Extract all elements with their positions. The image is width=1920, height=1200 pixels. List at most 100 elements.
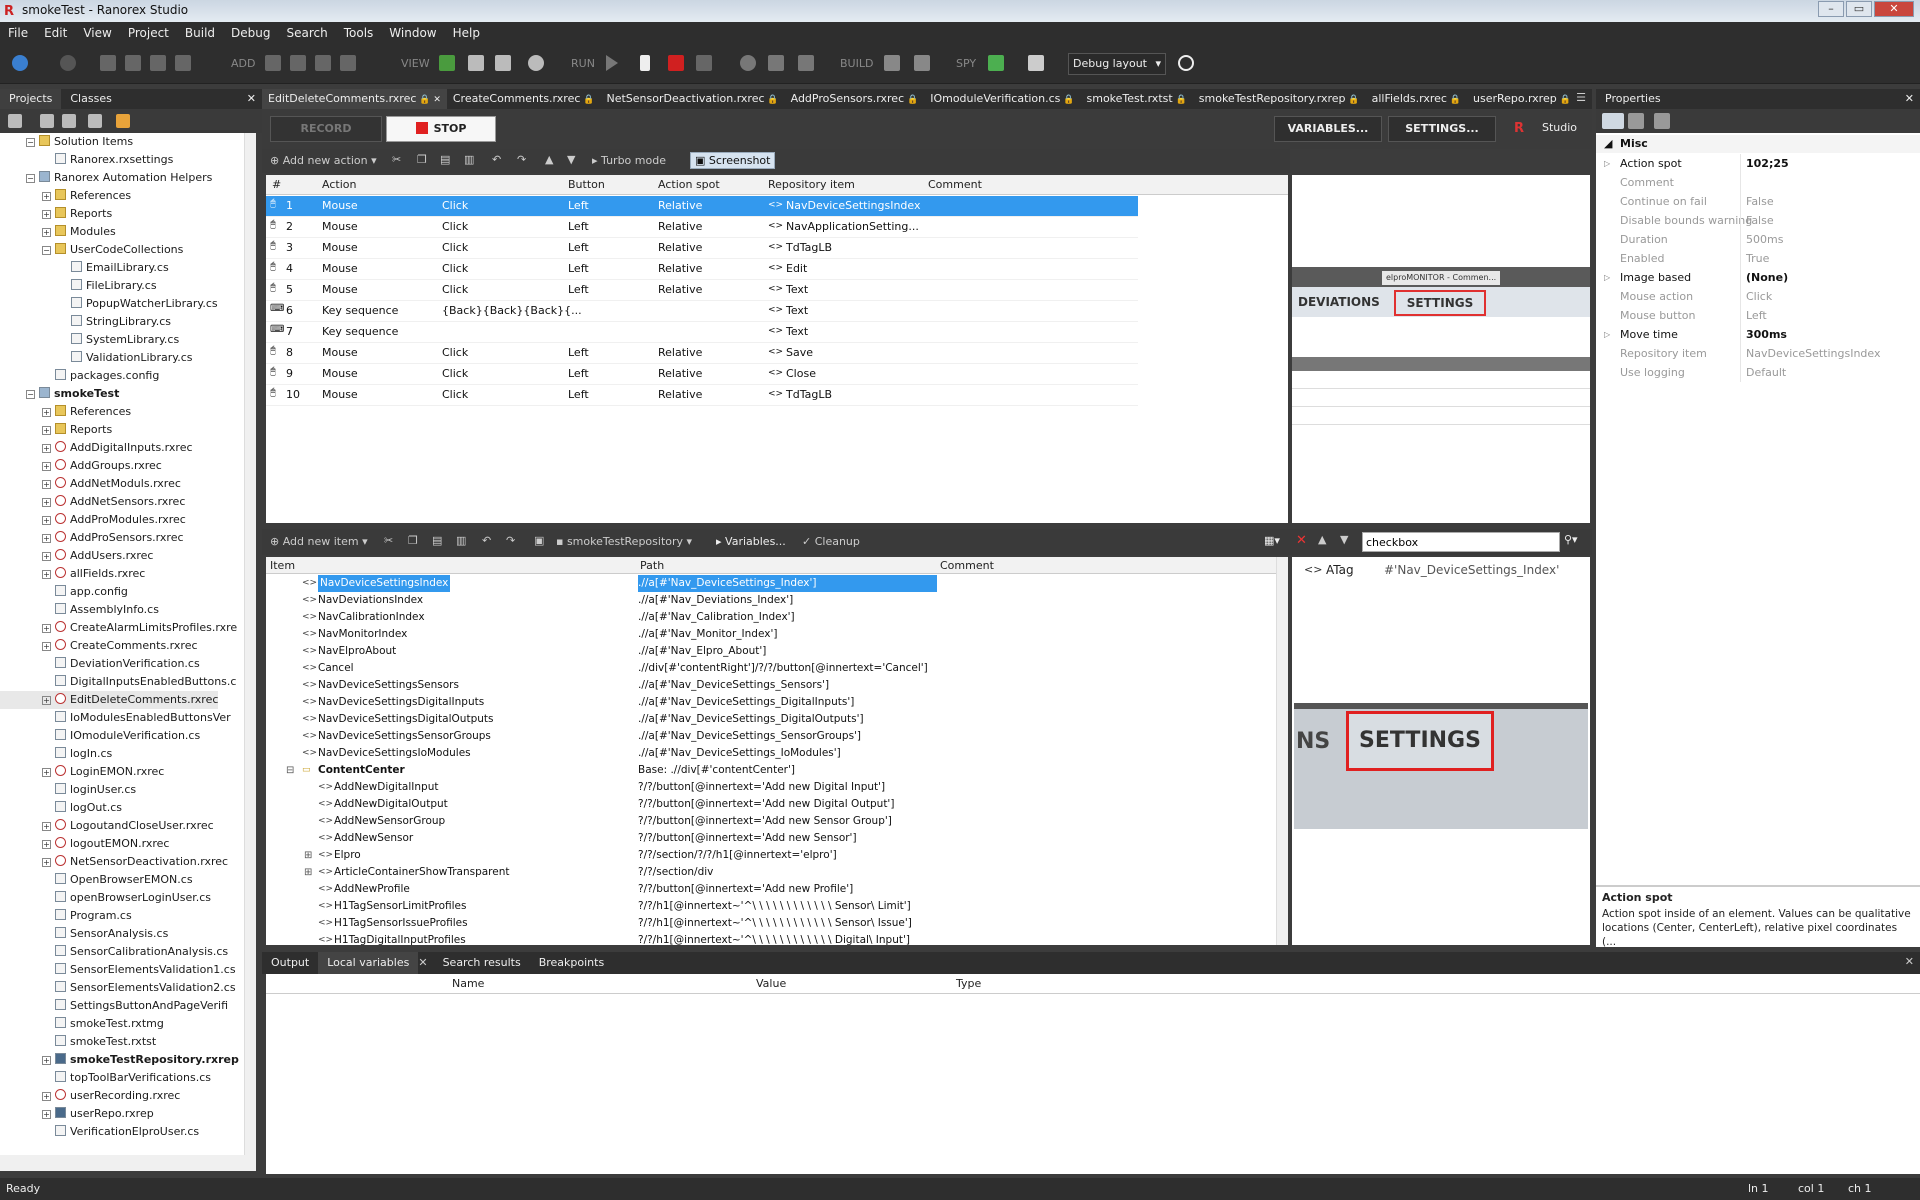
expand-icon[interactable]: + <box>42 192 51 201</box>
repo-copy-icon[interactable]: ❐ <box>408 534 418 547</box>
repo-search-icon[interactable]: ⚲▾ <box>1564 533 1578 546</box>
open-file-icon[interactable] <box>125 55 141 71</box>
tree-item[interactable]: SensorCalibrationAnalysis.cs <box>0 943 228 961</box>
action-row[interactable]: 🖰 5 Mouse Click Left Relative Text <> <box>266 280 1138 301</box>
view-report-icon[interactable] <box>439 55 455 71</box>
screenshot-toggle[interactable]: ▣ Screenshot <box>690 152 776 169</box>
add-code-icon[interactable] <box>315 55 331 71</box>
doc-tab[interactable]: allFields.rxrec 🔒 <box>1366 89 1467 110</box>
expand-icon[interactable]: + <box>42 552 51 561</box>
repository-select[interactable]: ▪ smokeTestRepository ▾ <box>556 535 692 548</box>
tree-item[interactable]: + smokeTestRepository.rxrep <box>0 1051 239 1069</box>
repository-row[interactable]: <> AddNewDigitalInput ?/?/button[@innertex… <box>266 779 1276 796</box>
cut-icon[interactable]: ✂ <box>392 153 401 166</box>
tree-item[interactable]: logIn.cs <box>0 745 112 763</box>
tree-item[interactable]: − UserCodeCollections <box>0 241 183 259</box>
tree-item[interactable]: + AddUsers.rxrec <box>0 547 153 565</box>
tree-item[interactable]: + AddProSensors.rxrec <box>0 529 184 547</box>
repository-row[interactable]: <> Cancel .//div[#'contentRight']/?/?/butt… <box>266 660 1276 677</box>
tree-item[interactable]: + logoutEMON.rxrec <box>0 835 169 853</box>
doc-tab[interactable]: CreateComments.rxrec 🔒 <box>447 89 601 110</box>
tree-item[interactable]: + Reports <box>0 421 112 439</box>
tree-item[interactable]: + AddNetModuls.rxrec <box>0 475 181 493</box>
repository-row[interactable]: <> AddNewSensor ?/?/button[@innertext='Add… <box>266 830 1276 847</box>
rebuild-icon[interactable] <box>914 55 930 71</box>
property-row[interactable]: Use logging Default <box>1596 363 1918 382</box>
tree-item[interactable]: − smokeTest <box>0 385 119 403</box>
add-module-icon[interactable] <box>265 55 281 71</box>
property-value[interactable]: Left <box>1746 306 1767 325</box>
clear-search-icon[interactable]: ✕ <box>1296 533 1307 548</box>
repo-delete-icon[interactable]: ▥ <box>456 534 466 547</box>
action-row[interactable]: 🖰 3 Mouse Click Left Relative TdTagLB <> <box>266 238 1138 259</box>
move-down-icon[interactable]: ▼ <box>567 153 575 166</box>
action-row[interactable]: 🖰 10 Mouse Click Left Relative TdTagLB <> <box>266 385 1138 406</box>
doc-tab[interactable]: smokeTestRepository.rxrep 🔒 <box>1193 89 1366 110</box>
property-value[interactable]: Default <box>1746 363 1786 382</box>
expand-icon[interactable]: + <box>42 822 51 831</box>
tab-output[interactable]: Output <box>262 952 318 974</box>
expand-icon[interactable]: + <box>42 696 51 705</box>
property-row[interactable]: Mouse action Click <box>1596 287 1918 306</box>
menu-search[interactable]: Search <box>278 22 335 44</box>
tree-item[interactable]: + LogoutandCloseUser.rxrec <box>0 817 214 835</box>
property-value[interactable]: False <box>1746 211 1774 230</box>
tree-item[interactable]: SensorElementsValidation2.cs <box>0 979 236 997</box>
doc-tab[interactable]: IOmoduleVerification.cs 🔒 <box>924 89 1080 110</box>
add-item-button[interactable]: ⊕ Add new item ▾ <box>270 535 368 548</box>
categorized-icon[interactable] <box>1602 113 1624 129</box>
repository-row[interactable]: <> AddNewSensorGroup ?/?/button[@innertext… <box>266 813 1276 830</box>
tree-item[interactable]: + AddProModules.rxrec <box>0 511 186 529</box>
tree-item[interactable]: openBrowserLoginUser.cs <box>0 889 211 907</box>
step-icon[interactable] <box>696 55 712 71</box>
repository-row[interactable]: <> NavDeviceSettingsDigitalOutputs .//a[#'… <box>266 711 1276 728</box>
redo-icon[interactable]: ↷ <box>517 153 526 166</box>
project-tree-hscrollbar[interactable] <box>0 1155 256 1171</box>
property-row[interactable]: Disable bounds warning False <box>1596 211 1918 230</box>
expand-icon[interactable]: ▷ <box>1604 154 1610 173</box>
tab-search-results[interactable]: Search results <box>434 952 530 974</box>
tree-item[interactable]: SettingsButtonAndPageVerifi <box>0 997 228 1015</box>
add-action-button[interactable]: ⊕ Add new action ▾ <box>270 154 377 167</box>
expand-icon[interactable]: + <box>42 642 51 651</box>
menu-window[interactable]: Window <box>381 22 444 44</box>
tab-local-variables[interactable]: Local variables <box>318 952 419 974</box>
menu-view[interactable]: View <box>75 22 119 44</box>
repository-row[interactable]: <> NavDeviceSettingsSensorGroups .//a[#'Na… <box>266 728 1276 745</box>
expand-icon[interactable]: + <box>42 1092 51 1101</box>
tree-item[interactable]: SensorElementsValidation1.cs <box>0 961 236 979</box>
step-out-icon[interactable] <box>798 55 814 71</box>
layout-select[interactable]: Debug layout ▾ <box>1068 53 1166 75</box>
property-pages-icon[interactable] <box>1654 113 1670 129</box>
collapse-all-icon[interactable] <box>8 114 22 128</box>
doc-tab[interactable]: AddProSensors.rxrec 🔒 <box>785 89 925 110</box>
bottom-close-icon[interactable]: ✕ <box>1905 955 1914 968</box>
menu-project[interactable]: Project <box>120 22 177 44</box>
repository-row[interactable]: <> NavDeviceSettingsIndex .//a[#'Nav_Devic… <box>266 575 1276 592</box>
action-row[interactable]: ⌨ 7 Key sequence Text <> <box>266 322 1138 343</box>
doc-tab[interactable]: NetSensorDeactivation.rxrec 🔒 <box>600 89 784 110</box>
collapse-icon[interactable]: − <box>26 138 35 147</box>
tree-item[interactable]: + Modules <box>0 223 116 241</box>
tree-item[interactable]: topToolBarVerifications.cs <box>0 1069 211 1087</box>
record-button[interactable]: RECORD <box>270 116 382 142</box>
property-value[interactable]: (None) <box>1746 268 1788 287</box>
layout-icon[interactable] <box>1028 55 1044 71</box>
save-icon[interactable] <box>150 55 166 71</box>
repository-row[interactable]: ⊞ <> Elpro ?/?/section/?/?/h1[@innertext='e… <box>266 847 1276 864</box>
stop-button[interactable]: STOP <box>386 116 496 142</box>
tree-item[interactable]: SensorAnalysis.cs <box>0 925 168 943</box>
forward-icon[interactable] <box>60 55 76 71</box>
property-row[interactable]: Enabled True <box>1596 249 1918 268</box>
expand-icon[interactable]: + <box>42 570 51 579</box>
tree-item[interactable]: OpenBrowserEMON.cs <box>0 871 193 889</box>
repository-row[interactable]: ⊟ ▭ ContentCenter Base: .//div[#'contentCen… <box>266 762 1276 779</box>
expand-icon[interactable]: + <box>42 408 51 417</box>
search-prev-icon[interactable]: ▲ <box>1318 533 1326 546</box>
property-value[interactable]: 300ms <box>1746 325 1787 344</box>
tree-item[interactable]: PopupWatcherLibrary.cs <box>0 295 218 313</box>
open-folder-icon[interactable] <box>116 114 130 128</box>
spy-icon[interactable] <box>988 55 1004 71</box>
lock-close-icon[interactable]: 🔒 ✕ <box>416 95 441 105</box>
studio-label[interactable]: Studio <box>1542 121 1577 134</box>
